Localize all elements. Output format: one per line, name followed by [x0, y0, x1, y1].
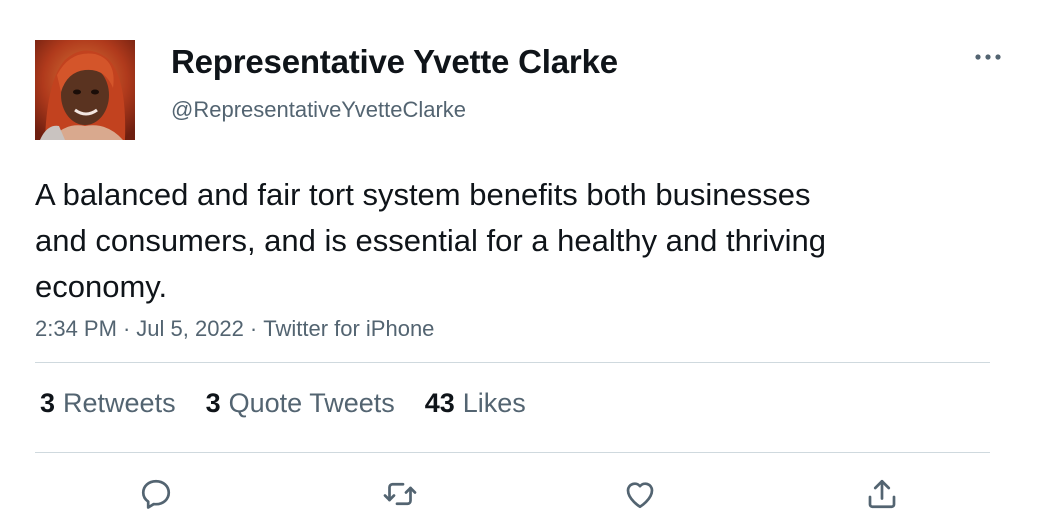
tweet-text: A balanced and fair tort system benefits… — [35, 177, 826, 304]
likes-stat[interactable]: 43 Likes — [425, 388, 526, 419]
tweet-time[interactable]: 2:34 PM — [35, 316, 117, 341]
likes-label: Likes — [462, 388, 526, 418]
display-name[interactable]: Representative Yvette Clarke — [171, 43, 618, 81]
reply-button[interactable] — [136, 474, 176, 514]
tweet-date[interactable]: Jul 5, 2022 — [136, 316, 244, 341]
quote-tweets-stat[interactable]: 3 Quote Tweets — [206, 388, 395, 419]
meta-separator: · — [122, 316, 131, 341]
heart-icon — [626, 482, 654, 509]
retweet-icon — [383, 482, 417, 506]
user-handle[interactable]: @RepresentativeYvetteClarke — [171, 97, 466, 123]
tweet-stats: 3 Retweets 3 Quote Tweets 43 Likes — [40, 388, 526, 419]
share-icon — [868, 479, 896, 509]
tweet-meta: 2:34 PM · Jul 5, 2022 · Twitter for iPhone — [35, 316, 434, 342]
more-dots-icon — [975, 54, 1001, 60]
retweets-label: Retweets — [63, 388, 176, 418]
more-options-button[interactable] — [968, 40, 1008, 74]
retweets-count: 3 — [40, 388, 56, 418]
likes-count: 43 — [424, 388, 455, 418]
retweets-stat[interactable]: 3 Retweets — [40, 388, 176, 419]
quote-tweets-count: 3 — [205, 388, 221, 418]
tweet-card: Representative Yvette Clarke @Representa… — [0, 0, 1050, 525]
divider — [35, 362, 990, 363]
divider — [35, 452, 990, 453]
action-bar — [0, 474, 1050, 514]
retweet-button[interactable] — [380, 474, 420, 514]
avatar[interactable] — [35, 40, 135, 140]
tweet-source[interactable]: Twitter for iPhone — [263, 316, 434, 341]
share-button[interactable] — [862, 474, 902, 514]
like-button[interactable] — [620, 474, 660, 514]
reply-icon — [141, 479, 171, 509]
quote-tweets-label: Quote Tweets — [228, 388, 395, 418]
meta-separator: · — [249, 316, 258, 341]
